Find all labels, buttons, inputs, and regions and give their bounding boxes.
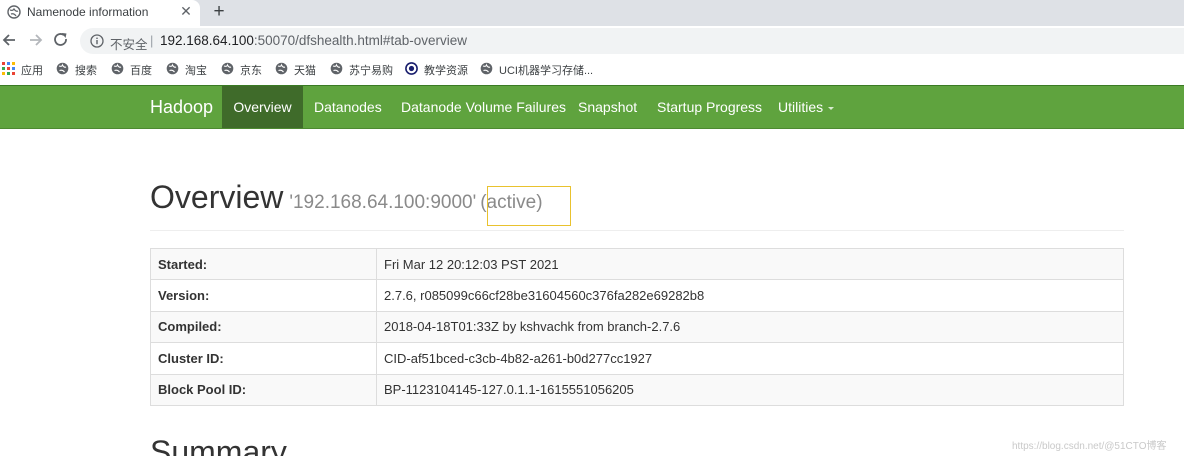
- url-separator: |: [150, 33, 154, 48]
- forward-arrow-icon[interactable]: [25, 30, 45, 50]
- row-key: Cluster ID:: [150, 342, 377, 375]
- globe-icon: [330, 62, 343, 75]
- table-row: Started: Fri Mar 12 20:12:03 PST 2021: [150, 247, 1124, 281]
- row-value: 2018-04-18T01:33Z by kshvachk from branc…: [376, 310, 1124, 344]
- row-key: Block Pool ID:: [150, 373, 377, 406]
- browser-tab[interactable]: Namenode information ✕: [0, 0, 200, 26]
- nav-tab-datanodes[interactable]: Datanodes: [314, 86, 382, 128]
- hadoop-navbar: Hadoop Overview Datanodes Datanode Volum…: [0, 85, 1184, 129]
- divider: [150, 230, 1124, 231]
- bookmark-label: 百度: [130, 65, 152, 77]
- apps-grid-icon: [2, 62, 15, 75]
- bookmark-label: UCI机器学习存储...: [499, 65, 594, 77]
- globe-icon: [166, 62, 179, 75]
- nav-tab-snapshot[interactable]: Snapshot: [578, 86, 637, 128]
- watermark: https://blog.csdn.net/@51CTO博客: [1012, 441, 1167, 452]
- utilities-label: Utilities: [778, 99, 824, 115]
- bookmarks-bar: 应用 搜索 百度 淘宝 京东 天猫 苏宁易购 教学资源 UCI机器学习存储...: [0, 56, 1184, 82]
- globe-icon: [275, 62, 288, 75]
- globe-icon: [480, 62, 493, 75]
- bookmark-label: 教学资源: [424, 65, 468, 77]
- globe-icon: [7, 5, 21, 19]
- security-label: 不安全: [110, 38, 148, 52]
- overview-info-table: Started: Fri Mar 12 20:12:03 PST 2021 Ve…: [150, 247, 1124, 406]
- caret-down-icon: [828, 106, 835, 110]
- brand-logo[interactable]: Hadoop: [150, 97, 213, 118]
- close-icon[interactable]: ✕: [178, 3, 194, 19]
- address-bar[interactable]: 不安全 | 192.168.64.100:50070/dfshealth.htm…: [80, 28, 1184, 54]
- bookmark-label: 搜索: [75, 65, 97, 77]
- highlight-annotation-box: [487, 186, 571, 226]
- back-arrow-icon[interactable]: [0, 30, 20, 50]
- nav-tab-overview[interactable]: Overview: [222, 86, 303, 128]
- url-host: 192.168.64.100: [160, 33, 254, 48]
- info-icon[interactable]: [90, 34, 104, 48]
- overview-heading: Overview '192.168.64.100:9000' (active): [150, 179, 543, 216]
- row-value: Fri Mar 12 20:12:03 PST 2021: [376, 247, 1124, 281]
- reload-icon[interactable]: [51, 30, 71, 50]
- bookmark-label: 京东: [240, 65, 262, 77]
- bookmark-label: 天猫: [294, 65, 316, 77]
- row-key: Started:: [150, 247, 377, 281]
- summary-heading: Summary: [150, 434, 287, 456]
- row-key: Compiled:: [150, 310, 377, 344]
- table-row: Compiled: 2018-04-18T01:33Z by kshvachk …: [150, 310, 1124, 344]
- nav-tab-utilities[interactable]: Utilities: [778, 86, 835, 128]
- radio-globe-icon: [405, 62, 418, 75]
- table-row: Block Pool ID: BP-1123104145-127.0.1.1-1…: [150, 373, 1124, 406]
- page-title: Overview: [150, 179, 284, 215]
- url-text[interactable]: 192.168.64.100:50070/dfshealth.html#tab-…: [160, 33, 467, 48]
- namenode-address: '192.168.64.100:9000': [289, 192, 477, 213]
- row-key: Version:: [150, 279, 377, 312]
- tab-title: Namenode information: [27, 5, 149, 19]
- bookmark-label: 应用: [21, 65, 43, 77]
- bookmark-label: 淘宝: [185, 65, 207, 77]
- row-value: CID-af51bced-c3cb-4b82-a261-b0d277cc1927: [376, 342, 1124, 375]
- browser-toolbar: 不安全 | 192.168.64.100:50070/dfshealth.htm…: [0, 26, 1184, 56]
- nav-tab-datanode-volume-failures[interactable]: Datanode Volume Failures: [401, 86, 566, 128]
- globe-icon: [111, 62, 124, 75]
- globe-icon: [221, 62, 234, 75]
- new-tab-button[interactable]: +: [208, 1, 230, 23]
- url-path: :50070/dfshealth.html#tab-overview: [253, 33, 467, 48]
- globe-icon: [56, 62, 69, 75]
- nav-tab-startup-progress[interactable]: Startup Progress: [657, 86, 762, 128]
- row-value: 2.7.6, r085099c66cf28be31604560c376fa282…: [376, 279, 1124, 312]
- browser-tab-strip: Namenode information ✕ +: [0, 0, 1184, 26]
- bookmark-label: 苏宁易购: [349, 65, 393, 77]
- row-value: BP-1123104145-127.0.1.1-1615551056205: [376, 373, 1124, 406]
- table-row: Cluster ID: CID-af51bced-c3cb-4b82-a261-…: [150, 342, 1124, 375]
- table-row: Version: 2.7.6, r085099c66cf28be31604560…: [150, 279, 1124, 312]
